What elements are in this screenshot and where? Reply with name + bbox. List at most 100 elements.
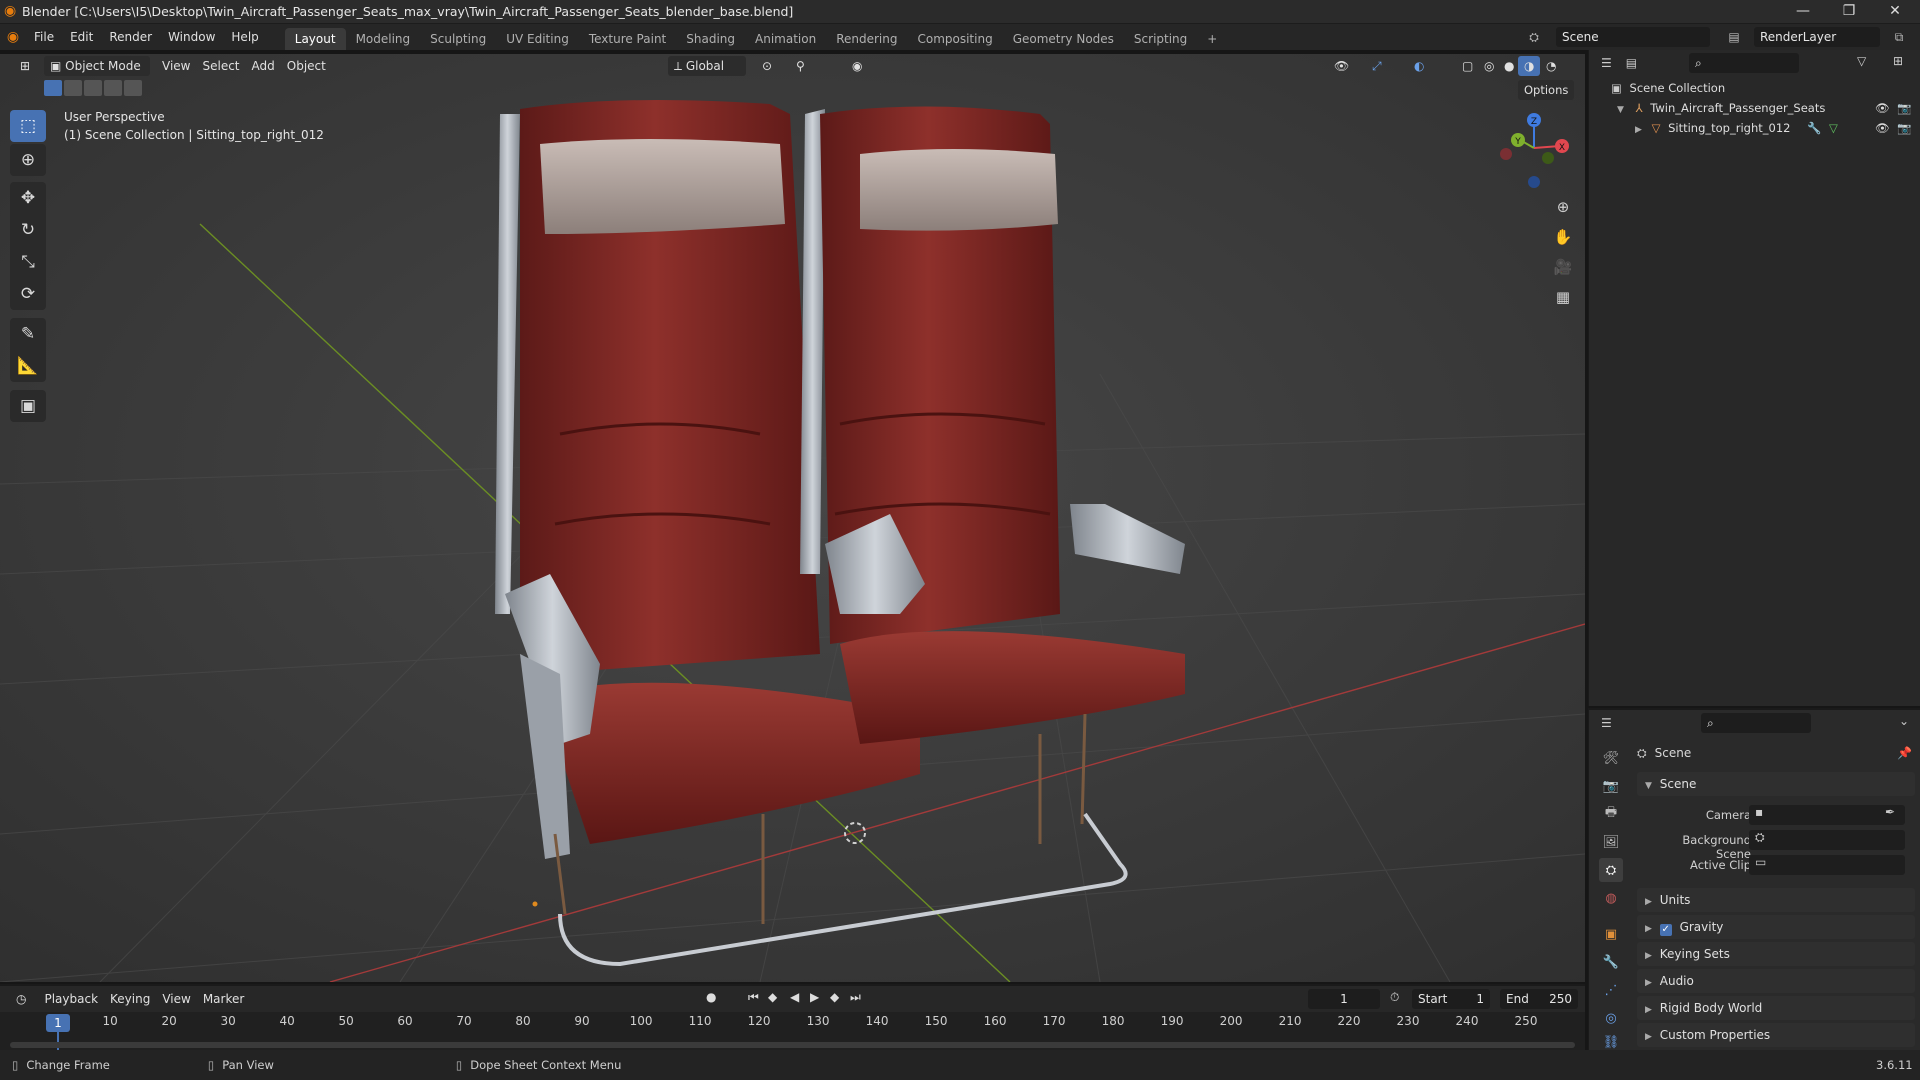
- world-tab-icon[interactable]: ◍: [1599, 886, 1623, 910]
- select-extend-icon[interactable]: [64, 80, 82, 96]
- scene-panel-header[interactable]: ▼ Scene: [1637, 772, 1915, 796]
- render-layer-selector[interactable]: RenderLayer: [1754, 27, 1880, 47]
- gravity-checkbox[interactable]: ✓: [1659, 924, 1672, 936]
- render-layer-icon[interactable]: ▤: [1724, 27, 1744, 47]
- menu-render[interactable]: Render: [101, 24, 160, 50]
- select-intersect-icon[interactable]: [124, 80, 142, 96]
- tab-uv-editing[interactable]: UV Editing: [496, 28, 579, 50]
- menu-window[interactable]: Window: [160, 24, 223, 50]
- next-keyframe-icon[interactable]: ◆: [830, 990, 839, 1004]
- tab-rendering[interactable]: Rendering: [826, 28, 907, 50]
- maximize-icon[interactable]: ❐: [1826, 0, 1872, 24]
- render-tab-icon[interactable]: 📷: [1599, 774, 1623, 798]
- tab-layout[interactable]: Layout: [284, 28, 346, 50]
- display-mode-icon[interactable]: ▤: [1626, 56, 1637, 70]
- camera-icon[interactable]: 📷: [1897, 118, 1911, 138]
- gizmo-toggle-icon[interactable]: ⤢: [1366, 56, 1388, 76]
- ortho-toggle-icon[interactable]: ▦: [1548, 282, 1578, 312]
- active-clip-field[interactable]: ▭: [1749, 855, 1905, 875]
- gravity-panel-header[interactable]: ▶ ✓ Gravity: [1637, 915, 1915, 939]
- cursor-tool[interactable]: ⊕: [10, 144, 46, 176]
- output-tab-icon[interactable]: 🖶: [1599, 802, 1623, 826]
- jump-end-icon[interactable]: ⏭: [850, 990, 861, 1005]
- tab-geometry-nodes[interactable]: Geometry Nodes: [1003, 28, 1124, 50]
- scene-tab-icon[interactable]: ⛭: [1599, 858, 1623, 882]
- outliner-editor-icon[interactable]: ☰: [1601, 56, 1612, 70]
- playback-menu[interactable]: Playback: [38, 989, 104, 1009]
- modifier-icon[interactable]: 🔧: [1807, 118, 1821, 138]
- add-workspace-button[interactable]: +: [1197, 28, 1227, 50]
- tab-compositing[interactable]: Compositing: [907, 28, 1002, 50]
- transform-tool[interactable]: ⟳: [10, 278, 46, 310]
- tab-animation[interactable]: Animation: [745, 28, 826, 50]
- move-tool[interactable]: ✥: [10, 182, 46, 214]
- menu-file[interactable]: File: [26, 24, 62, 50]
- measure-tool[interactable]: 📐: [10, 350, 46, 382]
- select-box-tool[interactable]: ⬚: [10, 110, 46, 142]
- mesh-data-icon[interactable]: ▽: [1829, 118, 1838, 138]
- audio-panel-header[interactable]: ▶ Audio: [1637, 969, 1915, 993]
- outliner-item-collection[interactable]: ▼ ⅄ Twin_Aircraft_Passenger_Seats 👁 📷: [1589, 98, 1920, 118]
- camera-view-icon[interactable]: 🎥: [1548, 252, 1578, 282]
- camera-icon[interactable]: 📷: [1897, 98, 1911, 118]
- proportional-edit-icon[interactable]: ◉: [846, 56, 868, 76]
- snap-icon[interactable]: ⚲: [790, 56, 811, 76]
- particles-tab-icon[interactable]: ⋰: [1599, 978, 1623, 1002]
- jump-start-icon[interactable]: ⏮: [748, 990, 759, 1005]
- outliner-search-input[interactable]: ⌕: [1689, 53, 1799, 73]
- select-new-icon[interactable]: [44, 80, 62, 96]
- start-frame-field[interactable]: Start 1: [1412, 989, 1490, 1009]
- options-chevron-icon[interactable]: ⌄: [1899, 714, 1909, 728]
- outliner-scene-collection[interactable]: ▣ Scene Collection: [1589, 78, 1920, 98]
- tool-tab-icon[interactable]: 🛠: [1599, 746, 1623, 770]
- object-tab-icon[interactable]: ▣: [1599, 922, 1623, 946]
- close-icon[interactable]: ✕: [1872, 0, 1918, 24]
- scene-icon[interactable]: ⛭: [1524, 27, 1544, 47]
- zoom-icon[interactable]: ⊕: [1548, 192, 1578, 222]
- tab-modeling[interactable]: Modeling: [346, 28, 421, 50]
- properties-editor-icon[interactable]: ☰: [1601, 716, 1612, 730]
- tab-texture-paint[interactable]: Texture Paint: [579, 28, 676, 50]
- menu-help[interactable]: Help: [223, 24, 266, 50]
- outliner-item-mesh[interactable]: ▶ ▽ Sitting_top_right_012 🔧 ▽ 👁 📷: [1589, 118, 1920, 138]
- current-frame-field[interactable]: 1: [1308, 989, 1380, 1009]
- tab-shading[interactable]: Shading: [676, 28, 745, 50]
- custom-properties-panel-header[interactable]: ▶ Custom Properties: [1637, 1023, 1915, 1047]
- rotate-tool[interactable]: ↻: [10, 214, 46, 246]
- minimize-icon[interactable]: —: [1780, 0, 1826, 24]
- properties-search-input[interactable]: ⌕: [1701, 713, 1811, 733]
- physics-tab-icon[interactable]: ◎: [1599, 1006, 1623, 1030]
- blender-logo-icon[interactable]: ◉: [0, 29, 26, 45]
- orientation-selector[interactable]: ⟂ Global: [668, 56, 746, 76]
- prev-keyframe-icon[interactable]: ◆: [768, 990, 777, 1004]
- add-menu[interactable]: Add: [246, 56, 281, 76]
- keying-menu[interactable]: Keying: [104, 989, 156, 1009]
- pin-icon[interactable]: 📌: [1897, 746, 1912, 760]
- timeline-scrollbar[interactable]: [10, 1042, 1575, 1048]
- pan-hand-icon[interactable]: ✋: [1548, 222, 1578, 252]
- annotate-tool[interactable]: ✎: [10, 318, 46, 350]
- material-shading-icon[interactable]: ◑: [1518, 56, 1541, 76]
- overlay-toggle-icon[interactable]: ◐: [1408, 56, 1430, 76]
- editor-type-icon[interactable]: ⊞: [12, 56, 38, 76]
- timeline-editor-icon[interactable]: ◷: [10, 989, 32, 1009]
- tab-scripting[interactable]: Scripting: [1124, 28, 1197, 50]
- object-menu[interactable]: Object: [281, 56, 332, 76]
- view-menu[interactable]: View: [156, 56, 196, 76]
- filter-icon[interactable]: ▽: [1857, 54, 1866, 68]
- visibility-icon[interactable]: 👁: [1328, 56, 1355, 76]
- stopwatch-icon[interactable]: ⏱: [1390, 990, 1399, 1005]
- select-subtract-icon[interactable]: [84, 80, 102, 96]
- add-cube-tool[interactable]: ▣: [10, 390, 46, 422]
- units-panel-header[interactable]: ▶ Units: [1637, 888, 1915, 912]
- modifier-tab-icon[interactable]: 🔧: [1599, 950, 1623, 974]
- 3d-viewport[interactable]: Z X Y ⊞ ▣ Object Mode View Select Add Ob…: [0, 54, 1585, 982]
- menu-edit[interactable]: Edit: [62, 24, 101, 50]
- pivot-icon[interactable]: ⊙: [756, 56, 778, 76]
- timeline-view-menu[interactable]: View: [156, 989, 196, 1009]
- scene-selector[interactable]: Scene: [1556, 27, 1710, 47]
- playhead-frame-indicator[interactable]: 1: [46, 1014, 70, 1032]
- xray-icon[interactable]: ▢: [1456, 56, 1479, 76]
- mode-selector[interactable]: ▣ Object Mode: [44, 56, 150, 76]
- viewport-scene[interactable]: Z X Y: [0, 54, 1585, 982]
